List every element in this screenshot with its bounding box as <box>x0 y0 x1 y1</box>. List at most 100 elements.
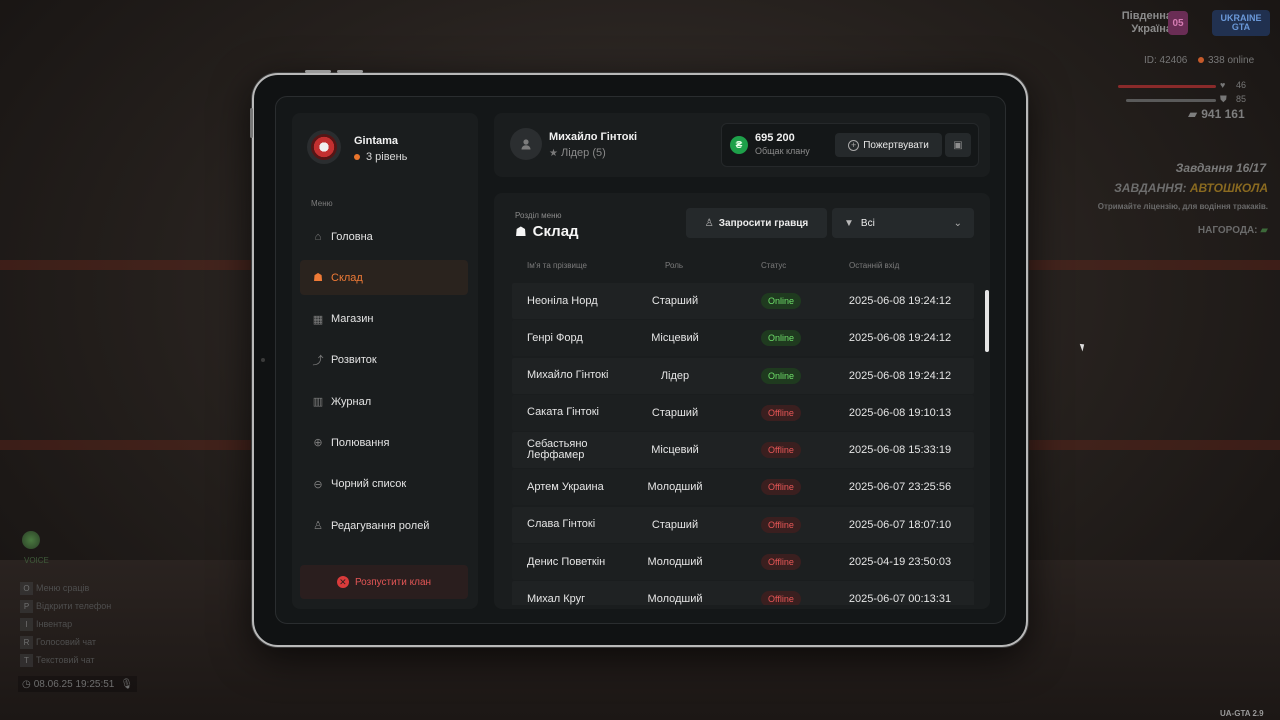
table-scrollbar[interactable] <box>985 290 989 352</box>
shop-icon: ▦ <box>312 313 324 326</box>
sidebar-item-shop[interactable]: ▦ Магазин <box>300 302 468 337</box>
page-title: ☗ Склад <box>515 223 579 240</box>
voice-indicator-icon <box>22 531 40 549</box>
sidebar-item-journal[interactable]: ▥ Журнал <box>300 384 468 419</box>
table-row[interactable]: Саката Гінтокі Старший Offline 2025-06-0… <box>512 394 974 431</box>
filter-dropdown[interactable]: ▼ Всі ⌄ <box>832 208 974 238</box>
star-icon: ★ <box>549 147 558 159</box>
table-row[interactable]: Генрі Форд Місцевий Online 2025-06-08 19… <box>512 320 974 357</box>
sidebar-item-development[interactable]: ⤴ Розвиток <box>300 343 468 378</box>
sidebar-item-members[interactable]: ☗ Склад <box>300 260 468 296</box>
sidebar-item-blacklist[interactable]: ⊖ Чорний список <box>300 467 468 502</box>
game-logo: UKRAINE GTA <box>1212 10 1270 36</box>
hotkey-hint: I Інвентар <box>20 615 111 633</box>
status-badge: Online <box>761 330 802 347</box>
clan-treasury: ₴ 695 200 Общак клану + Пожертвувати ▣ <box>721 123 979 167</box>
status-badge: Offline <box>761 442 801 459</box>
armor-shield-icon: ⛊ <box>1220 94 1227 104</box>
sidebar-menu: ⌂ Головна ☗ Склад ▦ Магазин ⤴ Розвиток ▥ Журн… <box>300 219 468 549</box>
money-icon: ▰ <box>1188 107 1198 121</box>
sidebar-item-home[interactable]: ⌂ Головна <box>300 219 468 254</box>
tablet-side-button <box>250 108 253 138</box>
mouse-cursor-icon <box>1079 342 1087 352</box>
member-last-login: 2025-06-07 18:07:10 <box>848 518 952 531</box>
storage-button[interactable]: ▣ <box>945 133 971 157</box>
player-money: ▰ 941 161 <box>1188 107 1245 121</box>
armor-bar <box>1126 99 1216 102</box>
member-name: Михал Круг <box>527 592 586 605</box>
member-last-login: 2025-06-08 15:33:19 <box>848 444 952 457</box>
member-last-login: 2025-06-08 19:10:13 <box>848 406 952 419</box>
members-panel: Розділ меню ☗ Склад ♙ Запросити гравця ▼ Вс… <box>494 193 990 609</box>
tablet-button <box>305 70 331 73</box>
quest-description: Отримайте ліцензію, для водіння тракаків… <box>1097 202 1268 211</box>
hotkey-hint: T Текстовий чат <box>20 651 111 669</box>
treasury-value: 695 200 <box>755 132 795 144</box>
status-badge: Offline <box>761 554 801 571</box>
tablet-button <box>337 70 363 73</box>
invite-player-button[interactable]: ♙ Запросити гравця <box>686 208 827 238</box>
table-row[interactable]: Слава Гінтокі Старший Offline 2025-06-07… <box>512 506 974 543</box>
game-clock: ◷ 08.06.25 19:25:51 🎙 <box>18 676 138 692</box>
member-role: Лідер <box>660 369 690 382</box>
member-role: Молодший <box>647 481 703 494</box>
game-version: UA-GTA 2.9 <box>1220 709 1264 718</box>
chart-icon: ⤴ <box>312 355 324 368</box>
menu-caption: Меню <box>311 199 333 208</box>
user-avatar-icon <box>510 128 542 160</box>
sidebar-item-role-editing[interactable]: ♙ Редагування ролей <box>300 508 468 543</box>
member-name: Денис Поветкін <box>527 555 606 568</box>
block-icon: ⊖ <box>313 478 323 491</box>
health-value: 46 <box>1236 80 1247 90</box>
member-last-login: 2025-06-08 19:24:12 <box>848 295 952 307</box>
user-role: ★ Лідер (5) <box>549 147 606 159</box>
table-row[interactable]: Неоніла Норд Старший Online 2025-06-08 1… <box>512 283 974 319</box>
table-header: Ім'я та прізвище Роль Статус Останній вх… <box>512 261 974 275</box>
hotkey-hint: O Меню сраців <box>20 579 111 597</box>
user-header: Михайло Гінтокі ★ Лідер (5) ₴ 695 200 Общ… <box>494 113 990 177</box>
mic-icon: 🎙 <box>120 678 134 690</box>
sidebar-item-hunting[interactable]: ⊕ Полювання <box>300 425 468 460</box>
member-name: Саката Гінтокі <box>527 406 599 419</box>
donate-button[interactable]: + Пожертвувати <box>835 133 942 157</box>
server-name: Південна Україна <box>1121 10 1172 35</box>
member-name: Генрі Форд <box>527 331 583 344</box>
clock-icon: ◷ <box>22 678 31 690</box>
table-row[interactable]: Себастьяно Леффамер Місцевий Offline 202… <box>512 432 974 469</box>
server-number-badge: 05 <box>1168 11 1188 35</box>
plus-circle-icon: + <box>848 139 860 151</box>
clan-level: 3 рівень <box>354 151 407 163</box>
disband-clan-button[interactable]: ✕ Розпустити клан <box>300 565 468 599</box>
member-role: Молодший <box>647 556 703 569</box>
table-row[interactable]: Михал Круг Молодший Offline 2025-06-07 0… <box>512 581 974 605</box>
hotkey-hint: P Відкрити телефон <box>20 597 111 615</box>
table-row[interactable]: Артем Украина Молодший Offline 2025-06-0… <box>512 469 974 506</box>
member-role: Старший <box>651 518 699 531</box>
members-table: Неоніла Норд Старший Online 2025-06-08 1… <box>512 283 974 605</box>
table-row[interactable]: Денис Поветкін Молодший Offline 2025-04-… <box>512 544 974 581</box>
sidebar: Gintama 3 рівень Меню ⌂ Головна ☗ Склад ▦ М… <box>292 113 478 609</box>
member-role: Місцевий <box>651 444 699 457</box>
online-count: 338 online <box>1198 55 1254 66</box>
member-name: Артем Украина <box>527 480 604 493</box>
chevron-down-icon: ⌄ <box>953 217 962 229</box>
reward-cash-icon: ▰ <box>1260 225 1268 236</box>
player-id: ID: 42406 <box>1144 55 1188 66</box>
member-role: Старший <box>651 295 699 307</box>
archive-icon: ▣ <box>953 139 963 151</box>
status-badge: Offline <box>761 479 801 496</box>
book-icon: ▥ <box>312 396 324 409</box>
member-name: Слава Гінтокі <box>527 518 596 531</box>
members-icon: ☗ <box>313 272 323 285</box>
clan-name: Gintama <box>354 135 399 147</box>
column-header-name: Ім'я та прізвище <box>527 261 587 270</box>
member-name: Неоніла Норд <box>527 294 598 307</box>
column-header-last-login: Останній вхід <box>849 261 900 270</box>
clan-avatar <box>307 130 341 164</box>
armor-value: 85 <box>1236 94 1247 104</box>
voice-label: VOICE <box>24 556 49 565</box>
member-last-login: 2025-06-07 00:13:31 <box>848 593 952 605</box>
hotkey-hints: O Меню сраців P Відкрити телефон I Інвентар… <box>20 579 111 669</box>
add-user-icon: ♙ <box>704 217 714 229</box>
table-row[interactable]: Михайло Гінтокі Лідер Online 2025-06-08 … <box>512 357 974 394</box>
